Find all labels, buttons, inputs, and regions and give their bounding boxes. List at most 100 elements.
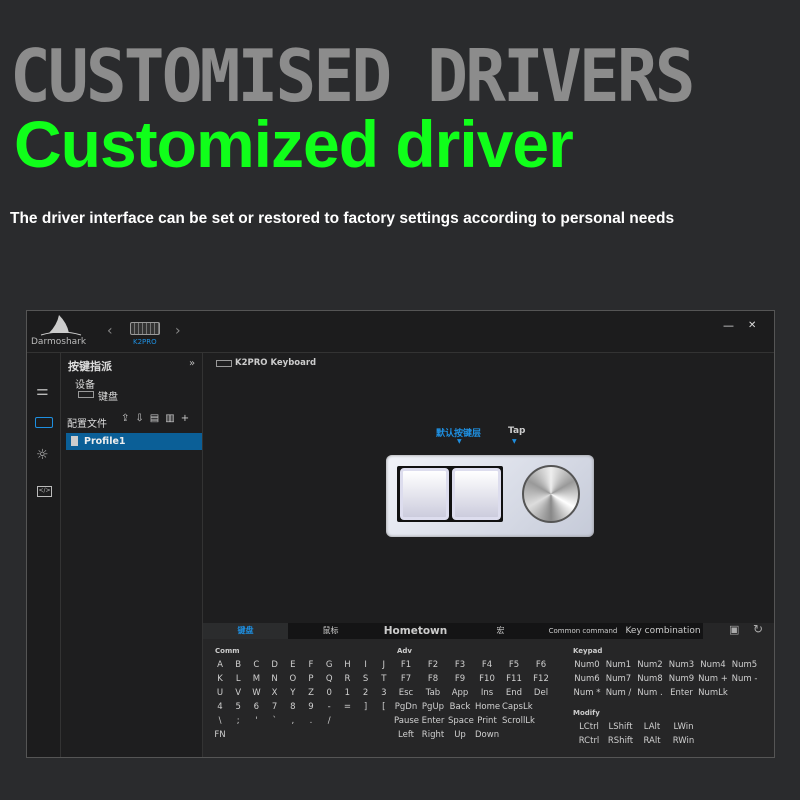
key-button[interactable]: A (213, 660, 227, 670)
key-button[interactable]: RAlt (637, 736, 667, 746)
key-button[interactable]: PgDn (394, 702, 418, 712)
key-button[interactable]: 4 (213, 702, 227, 712)
key-button[interactable]: App (448, 688, 472, 698)
save-icon[interactable]: ▣ (729, 623, 739, 636)
key-button[interactable]: 1 (340, 688, 354, 698)
key-button[interactable]: F4 (475, 660, 499, 670)
key-button[interactable]: Tab (421, 688, 445, 698)
key-button[interactable]: Esc (394, 688, 418, 698)
tab-key-combination[interactable]: Key combination (623, 623, 703, 639)
key-button[interactable]: Home (475, 702, 500, 712)
key-button[interactable]: F8 (421, 674, 445, 684)
key-button[interactable]: V (231, 688, 245, 698)
key-button[interactable]: P (304, 674, 318, 684)
key-button[interactable]: Num + (698, 674, 728, 684)
key-button[interactable]: B (231, 660, 245, 670)
key-button[interactable]: PgUp (421, 702, 445, 712)
export-icon[interactable]: ⇪ (121, 413, 135, 424)
key-button[interactable]: End (502, 688, 526, 698)
key-button[interactable]: RShift (606, 736, 636, 746)
key-button[interactable]: U (213, 688, 227, 698)
key-button[interactable]: . (304, 716, 318, 726)
key-button[interactable]: LWin (669, 722, 699, 732)
key-button[interactable]: T (377, 674, 391, 684)
key-button[interactable]: F (304, 660, 318, 670)
collapse-button[interactable]: » (189, 358, 195, 369)
key-button[interactable]: LShift (606, 722, 636, 732)
key-1[interactable] (400, 468, 449, 520)
key-button[interactable]: Print (475, 716, 499, 726)
copy-icon[interactable]: ▤ (150, 413, 165, 424)
key-button[interactable]: K (213, 674, 227, 684)
key-button[interactable]: Z (304, 688, 318, 698)
key-button[interactable]: Right (421, 730, 445, 740)
key-button[interactable]: Left (394, 730, 418, 740)
key-button[interactable]: CapsLk (502, 702, 533, 712)
key-button[interactable]: Num7 (604, 674, 634, 684)
key-button[interactable]: Num0 (572, 660, 602, 670)
key-button[interactable]: 3 (377, 688, 391, 698)
key-button[interactable]: F1 (394, 660, 418, 670)
key-button[interactable]: D (268, 660, 282, 670)
code-icon[interactable]: </> (37, 486, 52, 497)
prev-device-button[interactable]: ‹ (107, 323, 113, 339)
key-button[interactable]: 9 (304, 702, 318, 712)
key-button[interactable]: J (377, 660, 391, 670)
tab-mouse[interactable]: 鼠标 (288, 623, 373, 639)
key-button[interactable]: Num6 (572, 674, 602, 684)
key-button[interactable]: N (268, 674, 282, 684)
tab-common-command[interactable]: Common command (543, 623, 623, 639)
key-button[interactable]: I (359, 660, 373, 670)
key-button[interactable]: Enter (667, 688, 697, 698)
key-button[interactable]: 8 (286, 702, 300, 712)
key-button[interactable]: F9 (448, 674, 472, 684)
key-button[interactable]: H (340, 660, 354, 670)
key-button[interactable]: ` (268, 716, 282, 726)
key-button[interactable]: M (249, 674, 263, 684)
tab-macro[interactable]: 宏 (458, 623, 543, 639)
key-button[interactable]: Ins (475, 688, 499, 698)
key-button[interactable]: Num3 (667, 660, 697, 670)
key-button[interactable]: ] (359, 702, 373, 712)
key-button[interactable]: RWin (669, 736, 699, 746)
key-button[interactable]: Space (448, 716, 474, 726)
key-button[interactable]: FN (213, 730, 227, 740)
key-button[interactable]: Y (286, 688, 300, 698)
key-button[interactable]: F3 (448, 660, 472, 670)
key-button[interactable]: 0 (322, 688, 336, 698)
reset-icon[interactable]: ↻ (753, 622, 763, 636)
key-button[interactable]: 2 (359, 688, 373, 698)
key-button[interactable]: L (231, 674, 245, 684)
key-button[interactable]: S (359, 674, 373, 684)
close-button[interactable]: ✕ (748, 320, 756, 331)
key-button[interactable]: Num / (604, 688, 634, 698)
key-button[interactable]: Num9 (667, 674, 697, 684)
key-button[interactable]: E (286, 660, 300, 670)
key-button[interactable]: F2 (421, 660, 445, 670)
key-button[interactable]: X (268, 688, 282, 698)
key-button[interactable]: 7 (268, 702, 282, 712)
key-button[interactable]: Down (475, 730, 499, 740)
key-button[interactable]: Num . (635, 688, 665, 698)
key-button[interactable]: 6 (249, 702, 263, 712)
key-button[interactable]: Num8 (635, 674, 665, 684)
import-icon[interactable]: ⇩ (135, 413, 149, 424)
profile-item[interactable]: Profile1 (66, 433, 202, 450)
key-button[interactable]: F7 (394, 674, 418, 684)
delete-icon[interactable]: ▥ (165, 413, 180, 424)
key-button[interactable]: O (286, 674, 300, 684)
key-button[interactable]: Up (448, 730, 472, 740)
key-button[interactable]: Q (322, 674, 336, 684)
key-2[interactable] (452, 468, 501, 520)
key-button[interactable]: Num4 (698, 660, 728, 670)
tap-label[interactable]: Tap (508, 426, 526, 436)
key-button[interactable]: Pause (394, 716, 419, 726)
key-button[interactable]: Back (448, 702, 472, 712)
minimize-button[interactable]: — (723, 319, 734, 332)
key-button[interactable]: LCtrl (574, 722, 604, 732)
lightbulb-icon[interactable]: ☼ (36, 447, 49, 463)
key-button[interactable]: F10 (475, 674, 499, 684)
key-button[interactable]: / (322, 716, 336, 726)
key-button[interactable]: F6 (529, 660, 553, 670)
key-button[interactable]: Enter (421, 716, 445, 726)
